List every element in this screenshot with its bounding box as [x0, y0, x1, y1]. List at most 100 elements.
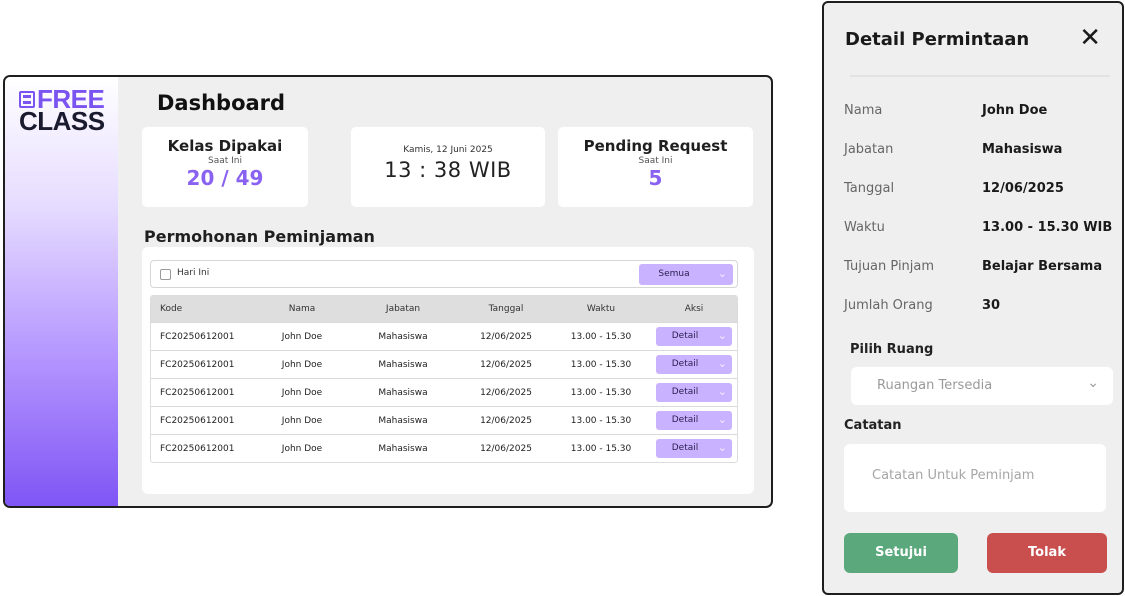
chevron-down-icon: ⌄	[717, 413, 727, 426]
detail-button[interactable]: Detail ⌄	[656, 383, 732, 402]
chevron-down-icon: ⌄	[717, 441, 727, 454]
column-header: Nama	[288, 304, 316, 314]
chevron-down-icon: ⌄	[717, 357, 727, 370]
cell-kode: FC20250612001	[160, 359, 235, 370]
detail-button[interactable]: Detail ⌄	[656, 411, 732, 430]
cell-jabatan: Mahasiswa	[378, 387, 428, 398]
cell-aksi: Detail ⌄	[651, 383, 737, 402]
detail-button[interactable]: Detail ⌄	[656, 439, 732, 458]
column-header: Waktu	[586, 304, 616, 314]
reject-button[interactable]: Tolak	[987, 533, 1107, 573]
field-label-tujuan: Tujuan Pinjam	[844, 259, 935, 274]
requests-table: Kode Nama Jabatan Tanggal Waktu Aksi FC2…	[150, 295, 738, 463]
table-row: FC20250612001 John Doe Mahasiswa 12/06/2…	[151, 406, 737, 434]
column-header: Kode	[160, 304, 183, 314]
column-header: Jabatan	[385, 304, 421, 314]
cell-aksi: Detail ⌄	[651, 411, 737, 430]
clock-card: Kamis, 12 Juni 2025 13 : 38 WIB	[351, 127, 545, 207]
cell-tanggal: 12/06/2025	[480, 415, 532, 426]
chevron-down-icon: ⌄	[717, 385, 727, 398]
detail-button-label: Detail	[671, 359, 699, 369]
current-date: Kamis, 12 Juni 2025	[403, 145, 493, 155]
field-value-tujuan: Belajar Bersama	[982, 259, 1103, 274]
detail-button-label: Detail	[671, 443, 699, 453]
chevron-down-icon: ⌄	[1087, 375, 1099, 391]
field-value-tanggal: 12/06/2025	[982, 181, 1064, 196]
request-detail-panel: Detail Permintaan ✕ Nama John Doe Jabata…	[822, 1, 1124, 595]
cell-nama: John Doe	[281, 443, 323, 454]
cell-tanggal: 12/06/2025	[480, 359, 532, 370]
detail-button[interactable]: Detail ⌄	[656, 355, 732, 374]
cell-waktu: 13.00 - 15.30	[570, 443, 632, 454]
chevron-down-icon: ⌄	[717, 267, 727, 280]
column-header: Aksi	[684, 304, 704, 314]
cell-waktu: 13.00 - 15.30	[570, 387, 632, 398]
requests-panel: Hari Ini Semua ⌄ Kode Nama Jabatan Tangg…	[142, 247, 754, 494]
cell-nama: John Doe	[281, 331, 323, 342]
logo: FREE CLASS	[18, 86, 108, 135]
today-checkbox-label: Hari Ini	[177, 268, 210, 278]
cell-jabatan: Mahasiswa	[378, 331, 428, 342]
card-value: 20 / 49	[186, 166, 264, 190]
panel-title: Detail Permintaan	[845, 29, 1030, 50]
card-title: Pending Request	[583, 137, 728, 155]
table-row: FC20250612001 John Doe Mahasiswa 12/06/2…	[151, 378, 737, 406]
field-value-nama: John Doe	[982, 103, 1048, 118]
filter-bar: Hari Ini Semua ⌄	[150, 260, 738, 288]
field-value-jabatan: Mahasiswa	[982, 142, 1063, 157]
cell-tanggal: 12/06/2025	[480, 387, 532, 398]
cell-kode: FC20250612001	[160, 387, 235, 398]
kelas-dipakai-card: Kelas Dipakai Saat Ini 20 / 49	[142, 127, 308, 207]
cell-aksi: Detail ⌄	[651, 327, 737, 346]
cell-jabatan: Mahasiswa	[378, 415, 428, 426]
detail-button-label: Detail	[671, 387, 699, 397]
column-header: Tanggal	[488, 304, 524, 314]
detail-button-label: Detail	[671, 331, 699, 341]
notes-label: Catatan	[844, 418, 902, 433]
card-subtitle: Saat Ini	[638, 156, 673, 166]
cell-aksi: Detail ⌄	[651, 439, 737, 458]
page-title: Dashboard	[157, 91, 286, 115]
cell-kode: FC20250612001	[160, 331, 235, 342]
cell-kode: FC20250612001	[160, 415, 235, 426]
card-subtitle: Saat Ini	[208, 156, 242, 166]
section-title: Permohonan Peminjaman	[144, 227, 375, 246]
notes-input[interactable]	[844, 444, 1106, 512]
approve-button[interactable]: Setujui	[844, 533, 958, 573]
field-label-jabatan: Jabatan	[844, 142, 894, 157]
table-row: FC20250612001 John Doe Mahasiswa 12/06/2…	[151, 350, 737, 378]
cell-nama: John Doe	[281, 359, 323, 370]
room-select-placeholder: Ruangan Tersedia	[877, 378, 993, 393]
current-time: 13 : 38 WIB	[384, 158, 512, 182]
cell-waktu: 13.00 - 15.30	[570, 359, 632, 370]
field-label-jumlah: Jumlah Orang	[844, 298, 933, 313]
cell-nama: John Doe	[281, 387, 323, 398]
table-header: Kode Nama Jabatan Tanggal Waktu Aksi	[151, 296, 737, 322]
dashboard-window: FREE CLASS Dashboard Kelas Dipakai Saat …	[3, 75, 773, 508]
room-select[interactable]: Ruangan Tersedia ⌄	[851, 367, 1113, 405]
field-label-tanggal: Tanggal	[844, 181, 895, 196]
field-label-waktu: Waktu	[844, 220, 885, 235]
field-value-waktu: 13.00 - 15.30 WIB	[982, 220, 1113, 235]
detail-button-label: Detail	[671, 415, 699, 425]
chevron-down-icon: ⌄	[717, 329, 727, 342]
detail-button[interactable]: Detail ⌄	[656, 327, 732, 346]
card-title: Kelas Dipakai	[167, 137, 283, 155]
card-value: 5	[648, 166, 663, 190]
cell-tanggal: 12/06/2025	[480, 443, 532, 454]
cell-aksi: Detail ⌄	[651, 355, 737, 374]
table-row: FC20250612001 John Doe Mahasiswa 12/06/2…	[151, 434, 737, 462]
cell-jabatan: Mahasiswa	[378, 359, 428, 370]
room-select-label: Pilih Ruang	[850, 342, 934, 357]
cell-kode: FC20250612001	[160, 443, 235, 454]
sidebar: FREE CLASS	[5, 77, 118, 506]
close-icon[interactable]: ✕	[1079, 25, 1101, 51]
divider	[850, 75, 1110, 77]
pending-request-card: Pending Request Saat Ini 5	[558, 127, 753, 207]
status-filter-select[interactable]: Semua ⌄	[639, 264, 733, 285]
cell-waktu: 13.00 - 15.30	[570, 331, 632, 342]
status-filter-label: Semua	[658, 269, 690, 279]
today-checkbox[interactable]	[160, 269, 171, 280]
cell-waktu: 13.00 - 15.30	[570, 415, 632, 426]
cell-jabatan: Mahasiswa	[378, 443, 428, 454]
